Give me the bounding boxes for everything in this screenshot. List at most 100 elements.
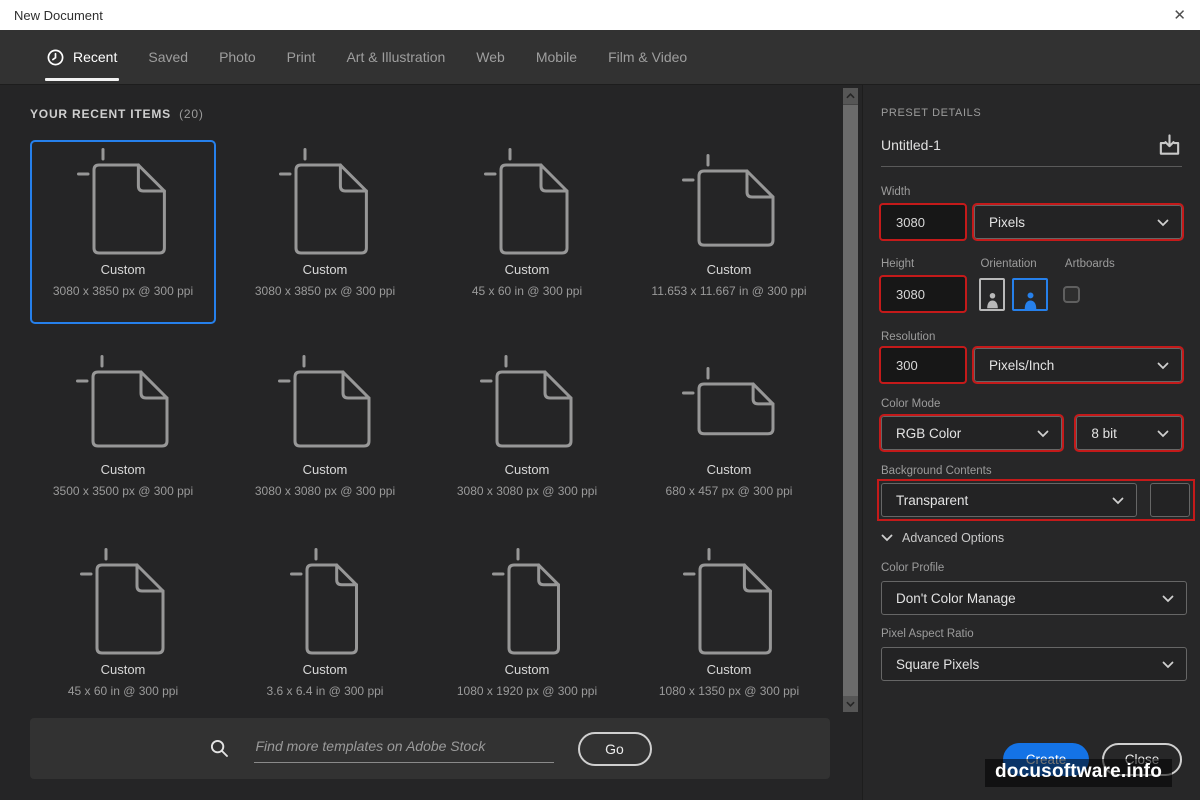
document-icon <box>32 542 214 662</box>
artboards-label: Artboards <box>1065 258 1115 270</box>
category-tabbar: Recent Saved Photo Print Art & Illustrat… <box>0 30 1200 85</box>
recent-item-dimensions: 3080 x 3080 px @ 300 ppi <box>457 484 597 498</box>
go-button[interactable]: Go <box>578 732 652 766</box>
recent-item-title: Custom <box>505 662 550 677</box>
category-tab[interactable]: Film & Video <box>608 30 687 85</box>
category-tab[interactable]: Mobile <box>536 30 577 85</box>
document-name-field[interactable] <box>881 137 1111 153</box>
tab-label: Photo <box>219 49 256 65</box>
landscape-person-icon[interactable] <box>1012 278 1048 311</box>
category-tab[interactable]: Print <box>287 30 316 85</box>
recent-item-card[interactable]: Custom 3.6 x 6.4 in @ 300 ppi <box>232 540 418 724</box>
category-tab[interactable]: Saved <box>148 30 188 85</box>
resolution-unit-value: Pixels/Inch <box>989 358 1054 373</box>
recent-items-grid: Custom 3080 x 3850 px @ 300 ppi Custom 3… <box>30 140 822 724</box>
recent-item-card[interactable]: Custom 680 x 457 px @ 300 ppi <box>636 340 822 524</box>
recent-item-card[interactable]: Custom 3080 x 3080 px @ 300 ppi <box>434 340 620 524</box>
recent-item-card[interactable]: Custom 11.653 x 11.667 in @ 300 ppi <box>636 140 822 324</box>
recent-items-section: YOUR RECENT ITEMS (20) Custom 3080 x 385… <box>0 85 862 800</box>
document-icon <box>638 342 820 462</box>
width-row: Pixels <box>881 205 1182 239</box>
background-color-swatch[interactable] <box>1150 483 1190 517</box>
chevron-down-icon <box>1112 493 1124 508</box>
recent-item-dimensions: 1080 x 1920 px @ 300 ppi <box>457 684 597 698</box>
section-heading-text: YOUR RECENT ITEMS <box>30 107 171 121</box>
resolution-input[interactable] <box>881 348 965 382</box>
background-contents-label: Background Contents <box>881 465 1182 477</box>
resolution-unit-select[interactable]: Pixels/Inch <box>974 348 1182 382</box>
recent-item-card[interactable]: Custom 1080 x 1350 px @ 300 ppi <box>636 540 822 724</box>
background-contents-select[interactable]: Transparent <box>881 483 1137 517</box>
width-unit-select[interactable]: Pixels <box>974 205 1182 239</box>
recent-item-title: Custom <box>303 262 348 277</box>
pixel-aspect-ratio-label: Pixel Aspect Ratio <box>881 628 1182 640</box>
window-titlebar: New Document ✕ <box>0 0 1200 30</box>
recent-item-card[interactable]: Custom 3080 x 3080 px @ 300 ppi <box>232 340 418 524</box>
recent-item-card[interactable]: Custom 3500 x 3500 px @ 300 ppi <box>30 340 216 524</box>
recent-item-title: Custom <box>505 262 550 277</box>
window-title: New Document <box>14 8 103 23</box>
download-icon[interactable] <box>1157 133 1182 157</box>
height-label: Height <box>881 258 976 270</box>
tab-label: Saved <box>148 49 188 65</box>
color-mode-select[interactable]: RGB Color <box>881 416 1062 450</box>
recent-item-title: Custom <box>101 662 146 677</box>
recent-item-card[interactable]: Custom 3080 x 3850 px @ 300 ppi <box>30 140 216 324</box>
color-mode-row: RGB Color 8 bit <box>881 416 1182 450</box>
search-input[interactable] <box>254 734 554 763</box>
color-mode-label: Color Mode <box>881 398 1182 410</box>
chevron-down-icon <box>1037 426 1049 441</box>
recent-item-card[interactable]: Custom 45 x 60 in @ 300 ppi <box>30 540 216 724</box>
recent-item-title: Custom <box>707 662 752 677</box>
chevron-down-icon <box>1157 215 1169 230</box>
panel-heading: PRESET DETAILS <box>881 107 1182 119</box>
recent-item-card[interactable]: Custom 1080 x 1920 px @ 300 ppi <box>434 540 620 724</box>
recent-item-title: Custom <box>707 462 752 477</box>
tab-label: Web <box>476 49 505 65</box>
window-close-icon[interactable]: ✕ <box>1173 8 1186 23</box>
tab-label: Print <box>287 49 316 65</box>
background-contents-value: Transparent <box>896 493 968 508</box>
recent-item-dimensions: 680 x 457 px @ 300 ppi <box>666 484 793 498</box>
bit-depth-select[interactable]: 8 bit <box>1076 416 1182 450</box>
clock-icon <box>47 49 64 66</box>
recent-item-dimensions: 3080 x 3850 px @ 300 ppi <box>255 284 395 298</box>
recent-item-card[interactable]: Custom 3080 x 3850 px @ 300 ppi <box>232 140 418 324</box>
portrait-person-icon[interactable] <box>979 278 1005 311</box>
recent-item-dimensions: 3500 x 3500 px @ 300 ppi <box>53 484 193 498</box>
document-icon <box>638 542 820 662</box>
category-tab[interactable]: Recent <box>47 30 117 85</box>
chevron-down-icon <box>881 531 893 545</box>
document-name-row <box>881 133 1182 167</box>
recent-item-card[interactable]: Custom 45 x 60 in @ 300 ppi <box>434 140 620 324</box>
color-profile-value: Don't Color Manage <box>896 591 1016 606</box>
watermark: docusoftware.info <box>985 759 1172 787</box>
chevron-down-icon <box>1162 591 1174 606</box>
background-contents-row: Transparent <box>881 483 1191 517</box>
advanced-options-toggle[interactable]: Advanced Options <box>881 531 1182 545</box>
width-input[interactable] <box>881 205 965 239</box>
scrollbar-thumb[interactable] <box>843 105 858 696</box>
tab-label: Film & Video <box>608 49 687 65</box>
chevron-up-icon[interactable] <box>843 88 858 104</box>
artboards-checkbox[interactable] <box>1063 286 1080 303</box>
height-row <box>881 277 1182 311</box>
chevron-down-icon[interactable] <box>843 696 858 712</box>
tab-label: Art & Illustration <box>346 49 445 65</box>
resolution-row: Pixels/Inch <box>881 348 1182 382</box>
magnifier-icon <box>209 738 230 759</box>
document-icon <box>436 342 618 462</box>
width-label: Width <box>881 186 1182 198</box>
adobe-stock-searchbar: Go <box>30 718 830 779</box>
recent-item-title: Custom <box>101 462 146 477</box>
pixel-aspect-ratio-select[interactable]: Square Pixels <box>881 647 1187 681</box>
grid-scrollbar[interactable] <box>843 88 858 712</box>
category-tab[interactable]: Web <box>476 30 505 85</box>
color-profile-select[interactable]: Don't Color Manage <box>881 581 1187 615</box>
recent-item-dimensions: 3.6 x 6.4 in @ 300 ppi <box>267 684 384 698</box>
category-tab[interactable]: Art & Illustration <box>346 30 445 85</box>
document-icon <box>234 542 416 662</box>
category-tab[interactable]: Photo <box>219 30 256 85</box>
color-profile-label: Color Profile <box>881 562 1182 574</box>
height-input[interactable] <box>881 277 965 311</box>
